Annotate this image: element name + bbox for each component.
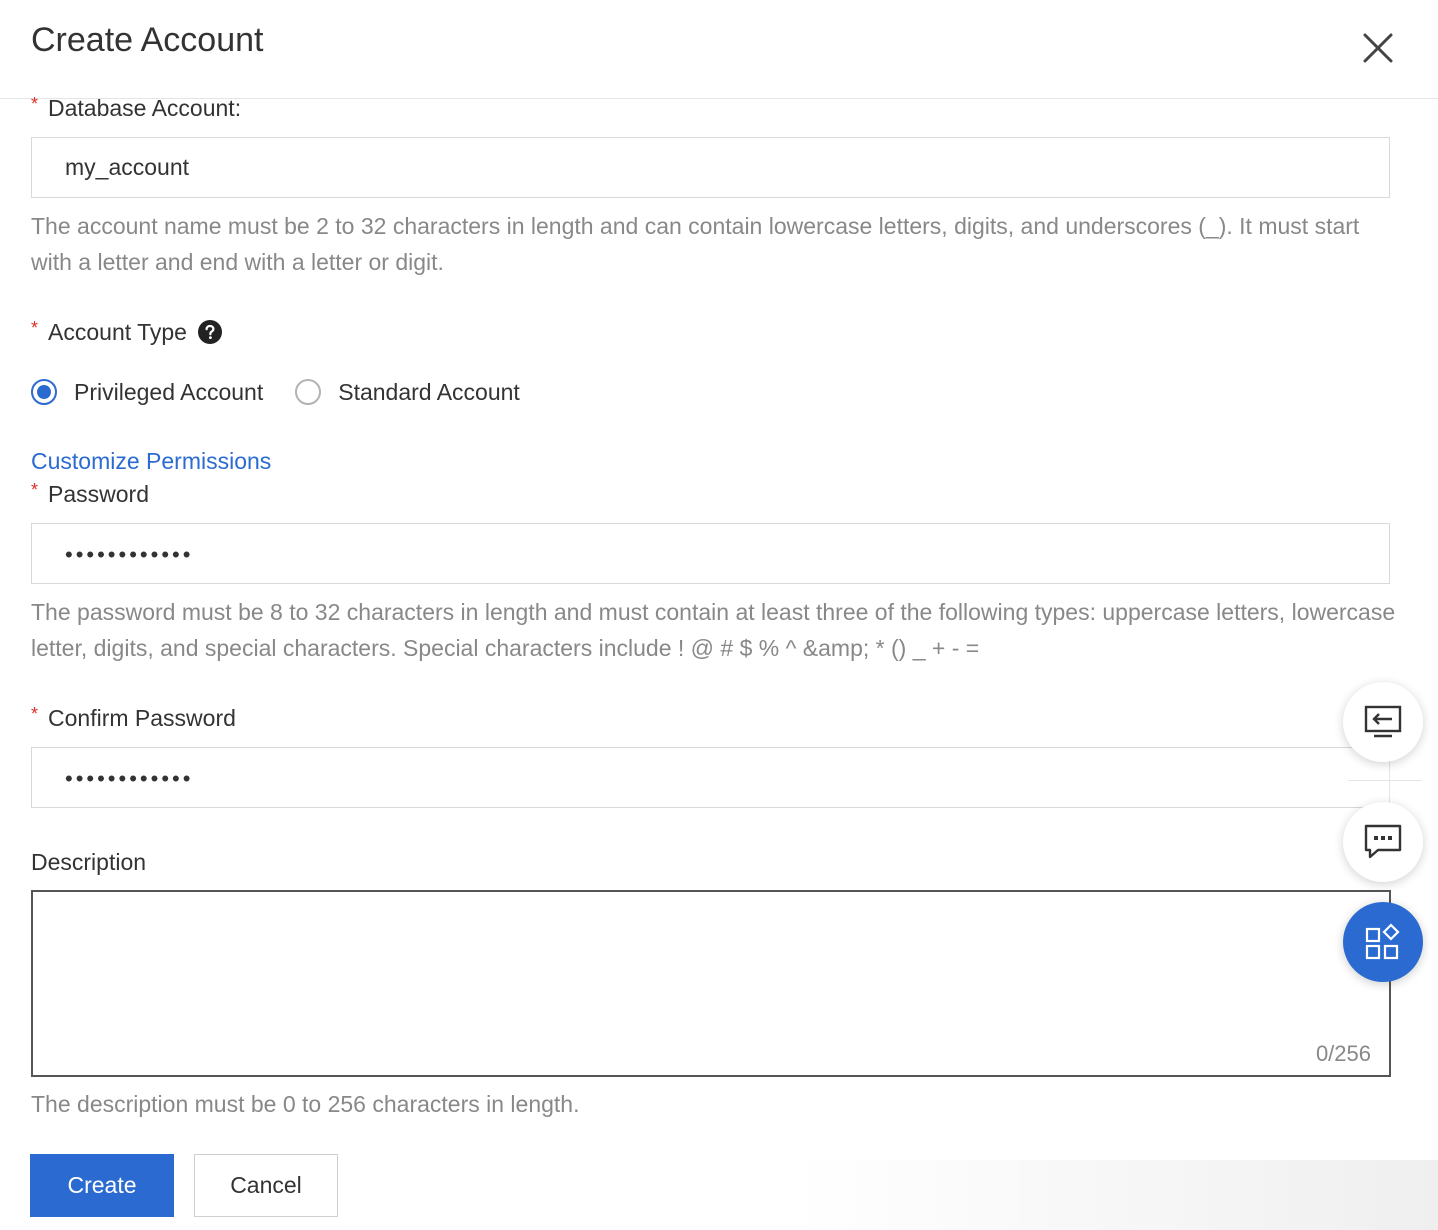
radio-button-checked[interactable]: [31, 379, 57, 405]
account-type-label: * Account Type: [31, 317, 222, 347]
close-button[interactable]: [1356, 26, 1400, 70]
confirm-password-label: * Confirm Password: [31, 703, 236, 733]
cancel-button[interactable]: Cancel: [194, 1154, 338, 1217]
radio-label: Privileged Account: [74, 378, 264, 405]
confirm-password-value: ••••••••••••: [65, 765, 194, 791]
description-textarea[interactable]: 0/256: [31, 890, 1391, 1077]
password-input[interactable]: ••••••••••••: [31, 523, 1390, 584]
floating-toolbar-divider: [1348, 780, 1422, 781]
collapse-panel-button[interactable]: [1343, 682, 1423, 762]
radio-label: Standard Account: [338, 378, 520, 405]
customize-permissions-link[interactable]: Customize Permissions: [31, 446, 271, 476]
dialog-title: Create Account: [31, 21, 264, 59]
database-account-value: my_account: [65, 154, 190, 180]
required-mark: *: [31, 704, 39, 724]
close-icon: [1363, 33, 1393, 63]
floating-toolbar-divider: [1389, 760, 1390, 802]
description-label: Description: [31, 847, 146, 877]
password-label: * Password: [31, 479, 149, 509]
required-mark: *: [31, 318, 39, 338]
password-help: The password must be 8 to 32 characters …: [31, 599, 1396, 661]
database-account-label-text: Database Account:: [48, 95, 242, 121]
apps-button[interactable]: [1343, 902, 1423, 982]
create-account-dialog: Create Account * Database Account: my_ac…: [0, 0, 1438, 1230]
apps-icon: [1365, 923, 1400, 960]
radio-standard-account[interactable]: Standard Account: [295, 379, 520, 406]
password-value: ••••••••••••: [65, 541, 194, 567]
database-account-label: * Database Account:: [31, 93, 241, 123]
dialog-header: Create Account: [0, 0, 1438, 99]
chat-button[interactable]: [1343, 802, 1423, 882]
account-type-label-text: Account Type: [48, 319, 187, 345]
description-label-text: Description: [31, 849, 147, 875]
confirm-password-label-text: Confirm Password: [48, 705, 236, 731]
collapse-panel-icon: [1364, 705, 1402, 738]
question-circle-icon[interactable]: [197, 320, 222, 344]
confirm-password-input[interactable]: ••••••••••••: [31, 747, 1390, 808]
required-mark: *: [31, 480, 39, 500]
radio-button[interactable]: [295, 379, 322, 405]
radio-privileged-account[interactable]: Privileged Account: [31, 379, 263, 406]
database-account-help: The account name must be 2 to 32 charact…: [31, 213, 1360, 275]
password-label-text: Password: [48, 481, 149, 507]
required-mark: *: [31, 94, 39, 114]
database-account-input[interactable]: my_account: [31, 137, 1390, 198]
create-button[interactable]: Create: [30, 1154, 174, 1217]
description-char-counter: 0/256: [1315, 1041, 1371, 1066]
description-help: The description must be 0 to 256 charact…: [31, 1091, 580, 1117]
chat-icon: [1364, 824, 1402, 859]
account-type-radio-group: Privileged Account Standard Account: [31, 374, 552, 410]
